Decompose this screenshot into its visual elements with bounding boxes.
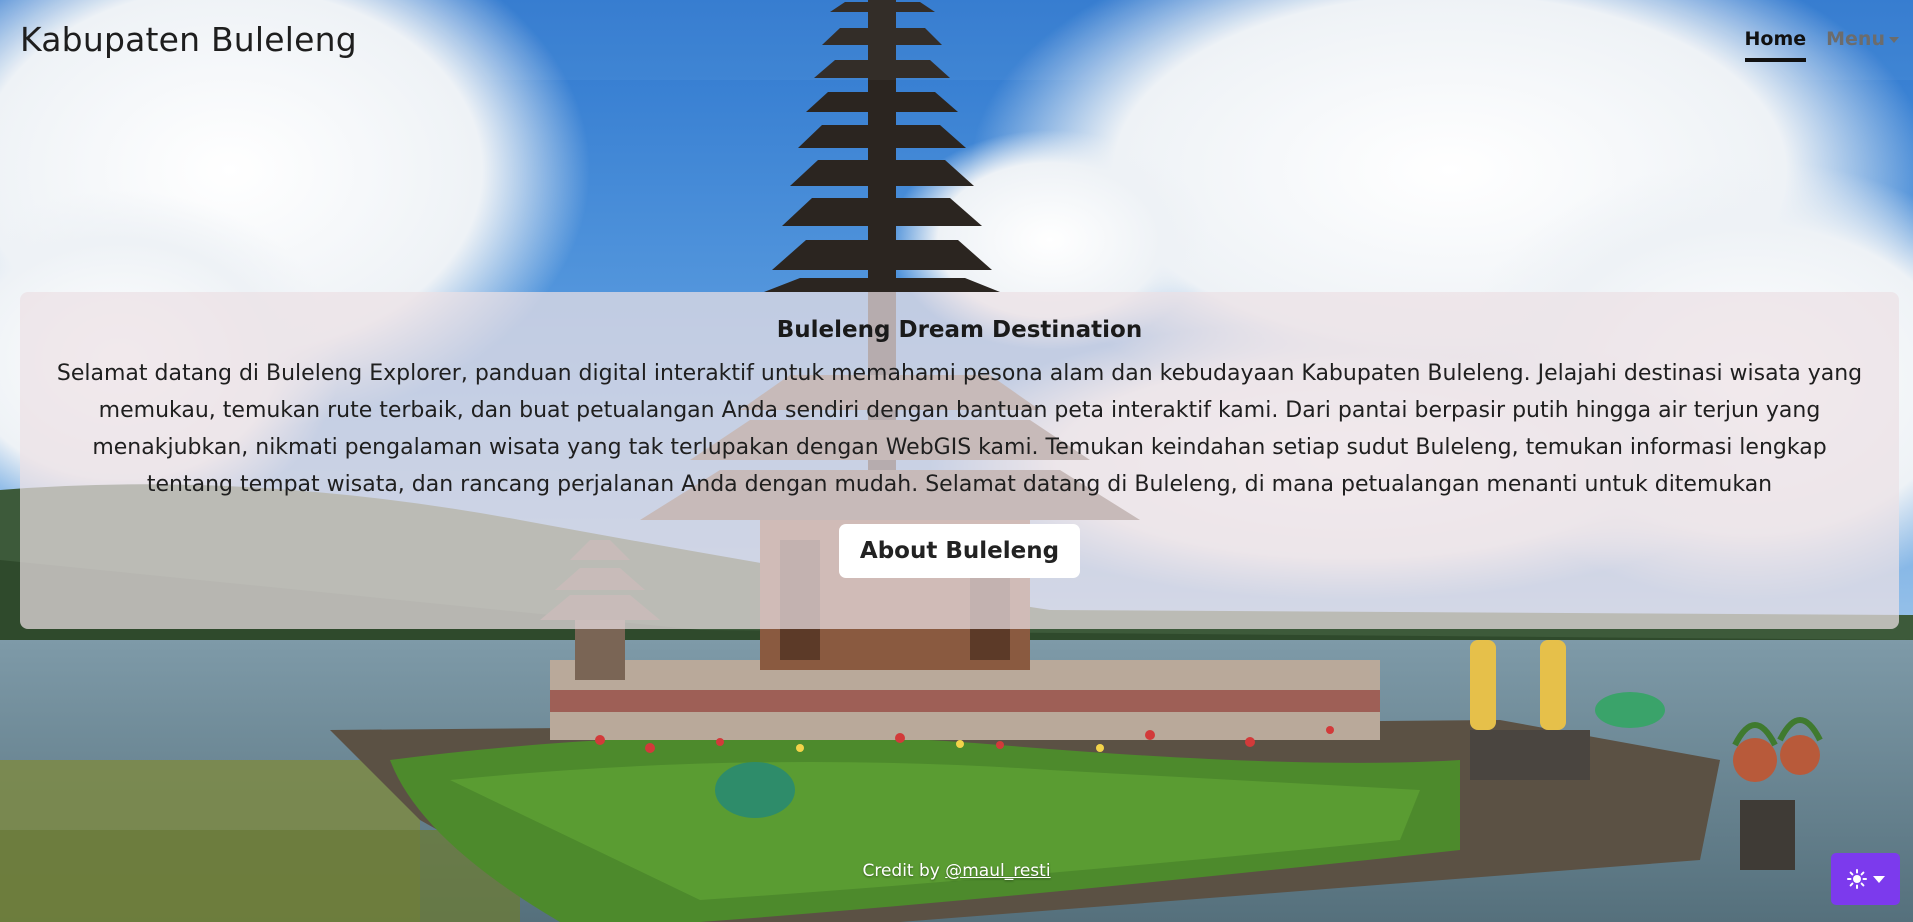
site-brand[interactable]: Kabupaten Buleleng <box>20 20 357 59</box>
sun-icon <box>1846 869 1867 889</box>
credit-prefix: Credit by <box>862 861 946 881</box>
nav-menu-label: Menu <box>1826 28 1885 50</box>
caret-down-icon <box>1872 875 1885 883</box>
hero-title: Buleleng Dream Destination <box>776 317 1143 343</box>
nav-menu-dropdown[interactable]: Menu <box>1826 28 1899 50</box>
hero-description: Selamat datang di Buleleng Explorer, pan… <box>56 361 1863 497</box>
nav-home-link[interactable]: Home <box>1744 28 1807 62</box>
about-buleleng-button[interactable]: About Buleleng <box>838 524 1081 578</box>
footer-credit: Credit by @maul_resti <box>0 861 1913 881</box>
nav-links: Home Menu <box>1744 28 1899 62</box>
theme-toggle-button[interactable] <box>1831 853 1900 905</box>
top-navbar: Kabupaten Buleleng Home Menu <box>0 0 1913 80</box>
hero-card: Buleleng Dream Destination Selamat datan… <box>20 292 1899 629</box>
caret-down-icon <box>1889 36 1899 43</box>
credit-handle-link[interactable]: @maul_resti <box>945 861 1050 881</box>
